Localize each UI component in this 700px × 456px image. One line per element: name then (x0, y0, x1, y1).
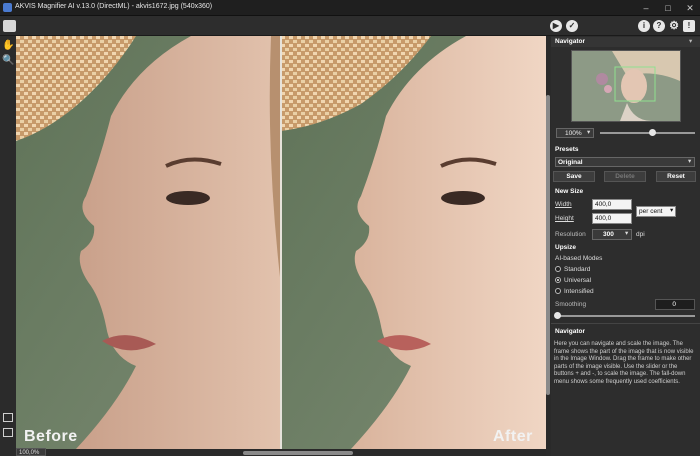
height-input[interactable]: 400,0 (592, 213, 632, 224)
resolution-label: Resolution (555, 231, 586, 238)
mode-standard-label[interactable]: Standard (564, 266, 590, 273)
zoom-slider[interactable] (600, 132, 695, 134)
width-label: Width (555, 201, 572, 208)
help-text: Here you can navigate and scale the imag… (554, 341, 694, 385)
preset-select[interactable]: Original (555, 157, 695, 167)
hand-tool-icon[interactable]: ✋ (2, 40, 14, 51)
navigator-preview[interactable] (571, 50, 681, 122)
delete-preset-button[interactable]: Delete (604, 171, 646, 182)
zoom-status: 100,0% (16, 448, 46, 456)
zoom-slider-knob[interactable] (648, 129, 656, 136)
app-logo-icon (3, 3, 12, 12)
mode-intensified-radio[interactable] (555, 288, 561, 294)
settings-icon[interactable]: ⚙ (668, 20, 680, 32)
before-label: Before (24, 428, 78, 445)
mode-universal-radio[interactable] (555, 277, 561, 283)
new-size-header: New Size (555, 188, 584, 195)
navigator-thumbnail (572, 51, 680, 121)
smoothing-slider-knob[interactable] (554, 312, 561, 319)
split-view-icon[interactable] (3, 413, 13, 422)
ai-modes-label: AI-based Modes (555, 255, 603, 262)
run-icon[interactable]: ▶ (550, 20, 562, 32)
zoom-tool-icon[interactable]: 🔍 (2, 55, 14, 66)
app-window: AKVIS Magnifier AI v.13.0 (DirectML) - a… (0, 0, 700, 456)
presets-header: Presets (555, 146, 579, 153)
reset-preset-button[interactable]: Reset (656, 171, 696, 182)
mode-universal-label[interactable]: Universal (564, 277, 591, 284)
compare-view-icon[interactable] (3, 428, 13, 437)
preset-dropdown-icon[interactable]: ▾ (688, 157, 691, 165)
zoom-dropdown-icon[interactable]: ▾ (587, 128, 590, 136)
unit-dropdown-icon[interactable]: ▾ (670, 206, 673, 214)
tool-strip (0, 36, 16, 456)
help-divider (551, 323, 700, 324)
minimize-button[interactable]: – (638, 2, 654, 14)
title-bar: AKVIS Magnifier AI v.13.0 (DirectML) - a… (0, 0, 700, 16)
after-label: After (493, 428, 533, 445)
smoothing-label: Smoothing (555, 301, 587, 308)
resolution-unit: dpi (636, 231, 645, 238)
before-after-divider[interactable] (280, 36, 282, 449)
horizontal-scroll-thumb[interactable] (243, 451, 353, 455)
navigator-header: Navigator (551, 37, 700, 47)
vertical-scroll-thumb[interactable] (546, 95, 550, 395)
apply-icon[interactable]: ✓ (566, 20, 578, 32)
resolution-dropdown-icon[interactable]: ▾ (625, 229, 628, 237)
height-label: Height (555, 215, 574, 222)
close-button[interactable]: ✕ (682, 2, 698, 14)
window-title: AKVIS Magnifier AI v.13.0 (DirectML) - a… (15, 3, 213, 10)
width-input[interactable]: 400,0 (592, 199, 632, 210)
mode-standard-radio[interactable] (555, 266, 561, 272)
save-preset-button[interactable]: Save (553, 171, 595, 182)
help-icon[interactable]: ? (653, 20, 665, 32)
smoothing-slider[interactable] (557, 315, 695, 317)
open-image-icon[interactable] (3, 20, 16, 32)
smoothing-input[interactable]: 0 (655, 299, 695, 310)
help-header: Navigator (555, 328, 585, 335)
mode-intensified-label[interactable]: Intensified (564, 288, 594, 295)
maximize-button[interactable]: □ (660, 2, 676, 14)
toolbar (0, 16, 700, 36)
collapse-icon[interactable]: ▾ (689, 37, 692, 45)
notification-icon[interactable]: ! (683, 20, 695, 32)
upsize-header: Upsize (555, 244, 576, 251)
info-icon[interactable]: i (638, 20, 650, 32)
